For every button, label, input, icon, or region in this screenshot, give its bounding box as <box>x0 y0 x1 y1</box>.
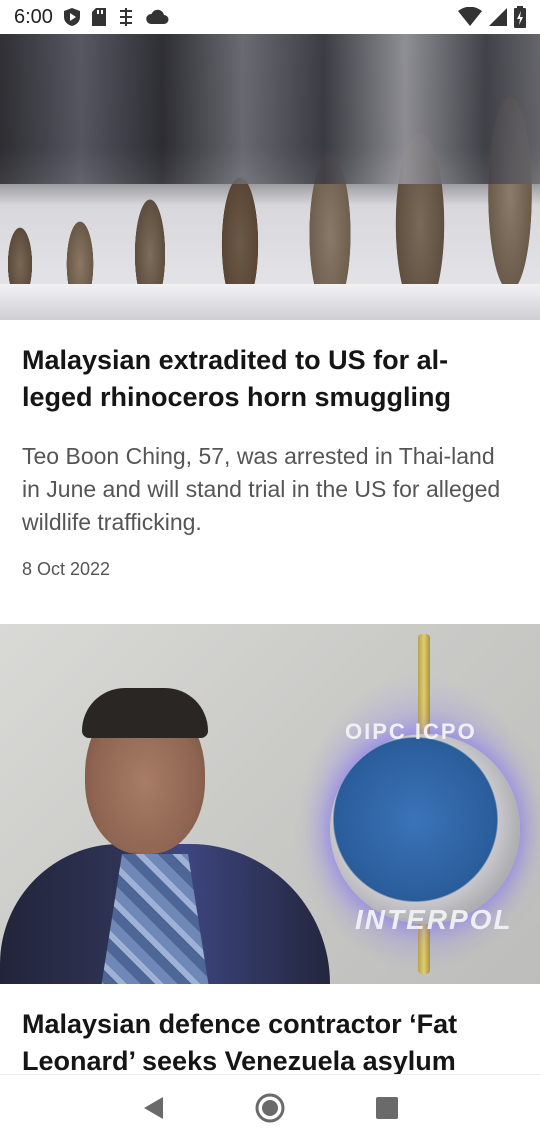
emblem-text-top: OIPC ICPO <box>345 719 477 744</box>
news-feed[interactable]: Malaysian extradited to US for al-leged … <box>0 34 540 1074</box>
article-title[interactable]: Malaysian defence contractor ‘Fat Leonar… <box>22 1006 518 1074</box>
cloud-icon <box>145 8 169 26</box>
wifi-icon <box>458 7 482 27</box>
emblem-text-bottom: INTERPOL <box>355 904 513 935</box>
status-icons-right <box>458 6 526 28</box>
status-time: 6:00 <box>14 5 53 28</box>
home-circle-icon <box>255 1093 285 1122</box>
navigation-bar <box>0 1074 540 1140</box>
photo-person <box>0 688 330 984</box>
data-saver-icon <box>117 7 135 27</box>
home-button[interactable] <box>250 1088 290 1128</box>
interpol-emblem <box>330 734 520 924</box>
cell-signal-icon <box>488 7 508 27</box>
article-title[interactable]: Malaysian extradited to US for al-leged … <box>22 342 518 416</box>
article-card-2[interactable]: OIPC ICPO INTERPOL Malaysian defence con… <box>0 624 540 1074</box>
article-card-1[interactable]: Malaysian extradited to US for al-leged … <box>0 34 540 580</box>
recents-square-icon <box>375 1096 398 1119</box>
status-icons-left <box>63 7 169 27</box>
status-bar: 6:00 <box>0 0 540 34</box>
shield-play-icon <box>63 7 81 27</box>
battery-icon <box>514 6 526 28</box>
rhino-horns-photo[interactable] <box>0 34 540 320</box>
photo-crowd-region <box>0 34 540 184</box>
sd-card-icon <box>91 7 107 27</box>
article-summary: Teo Boon Ching, 57, was arrested in Thai… <box>22 443 501 535</box>
back-button[interactable] <box>133 1088 173 1128</box>
fat-leonard-interpol-photo[interactable]: OIPC ICPO INTERPOL <box>0 624 540 984</box>
article-date: 8 Oct 2022 <box>22 559 111 579</box>
recents-button[interactable] <box>367 1088 407 1128</box>
photo-hair <box>82 688 208 738</box>
back-triangle-icon <box>144 1096 164 1119</box>
photo-table-region <box>0 284 540 320</box>
